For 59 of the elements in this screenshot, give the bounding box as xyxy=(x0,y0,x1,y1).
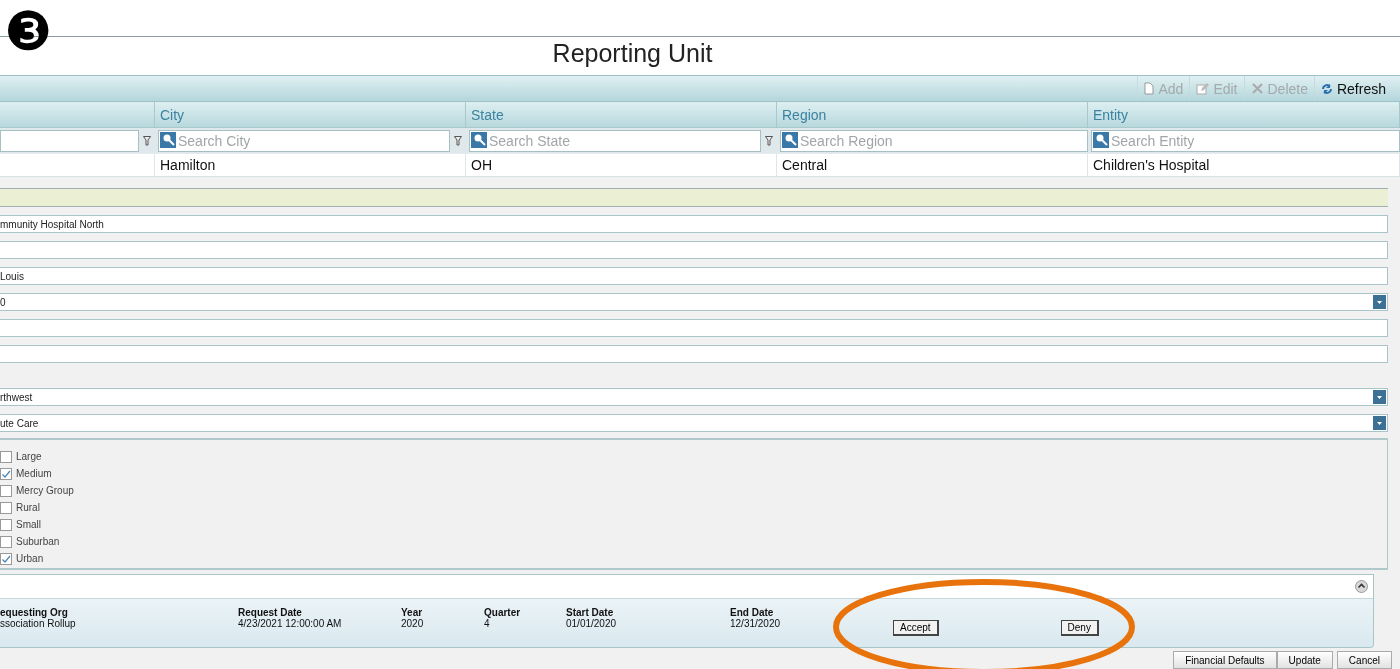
checkbox-label[interactable]: Small xyxy=(16,519,41,530)
checkbox[interactable] xyxy=(0,535,12,548)
checkbox[interactable] xyxy=(0,484,12,497)
dropdown-field[interactable]: 0 xyxy=(0,293,1388,311)
step-number: ❸ xyxy=(4,4,53,60)
cross-icon xyxy=(1250,82,1264,95)
dropdown-field[interactable]: rthwest xyxy=(0,388,1388,406)
footer-button[interactable]: Financial Defaults xyxy=(1173,651,1277,669)
text-field[interactable]: mmunity Hospital North xyxy=(0,215,1388,233)
text-field[interactable] xyxy=(0,241,1388,259)
checkbox[interactable] xyxy=(0,501,12,514)
field-label: Start Date xyxy=(566,607,615,618)
text-field[interactable]: Louis xyxy=(0,267,1388,285)
checkbox-label[interactable]: Mercy Group xyxy=(16,485,74,496)
filter-icon[interactable] xyxy=(765,135,773,146)
pencil-icon xyxy=(1196,82,1210,95)
field-label: Quarter xyxy=(484,607,522,618)
checkbox[interactable] xyxy=(0,467,12,480)
field-label: Year xyxy=(401,607,424,618)
checkbox-label[interactable]: Large xyxy=(16,451,42,462)
search-field[interactable]: Search Entity xyxy=(1091,129,1400,152)
footer-button[interactable]: Update xyxy=(1276,651,1333,669)
search-field[interactable]: Search State xyxy=(469,129,761,152)
table-cell: OH xyxy=(471,157,492,173)
page-icon xyxy=(1144,82,1155,95)
text-field[interactable] xyxy=(0,345,1388,363)
checkbox-label[interactable]: Urban xyxy=(16,553,44,564)
checkbox[interactable] xyxy=(0,518,12,531)
field-value: 01/01/2020 xyxy=(566,618,618,629)
field-label: End Date xyxy=(730,607,775,618)
table-cell: Children's Hospital xyxy=(1093,157,1210,173)
collapse-icon[interactable] xyxy=(1355,580,1368,593)
field-value: 4/23/2021 12:00:00 AM xyxy=(238,618,343,629)
dropdown-field[interactable]: ute Care xyxy=(0,414,1388,432)
checkbox-label[interactable]: Medium xyxy=(16,468,52,479)
footer-button[interactable]: Cancel xyxy=(1336,651,1392,669)
checkbox-label[interactable]: Suburban xyxy=(16,536,60,547)
checkbox-label[interactable]: Rural xyxy=(16,502,40,513)
filter-icon[interactable] xyxy=(454,135,462,146)
refresh-icon xyxy=(1320,82,1333,95)
field-label: Request Date xyxy=(238,607,302,618)
table-cell: Hamilton xyxy=(160,157,216,173)
filter-icon[interactable] xyxy=(143,135,151,146)
table-cell: Central xyxy=(782,157,828,173)
toolbar-button[interactable]: Refresh xyxy=(1313,76,1392,101)
action-button[interactable]: Accept xyxy=(893,620,939,636)
field-label: equesting Org xyxy=(0,607,68,618)
field-value: 4 xyxy=(484,618,491,629)
page-title: Reporting Unit xyxy=(551,38,714,69)
search-field[interactable]: Search Region xyxy=(780,129,1088,152)
text-field[interactable] xyxy=(0,319,1388,337)
field-value: 2020 xyxy=(401,618,425,629)
search-field[interactable]: Search City xyxy=(158,129,450,152)
action-button[interactable]: Deny xyxy=(1060,620,1099,636)
search-field[interactable] xyxy=(0,129,139,152)
field-value: 12/31/2020 xyxy=(730,618,782,629)
checkbox[interactable] xyxy=(0,450,12,463)
field-value: ssociation Rollup xyxy=(0,618,77,629)
checkbox[interactable] xyxy=(0,552,12,565)
